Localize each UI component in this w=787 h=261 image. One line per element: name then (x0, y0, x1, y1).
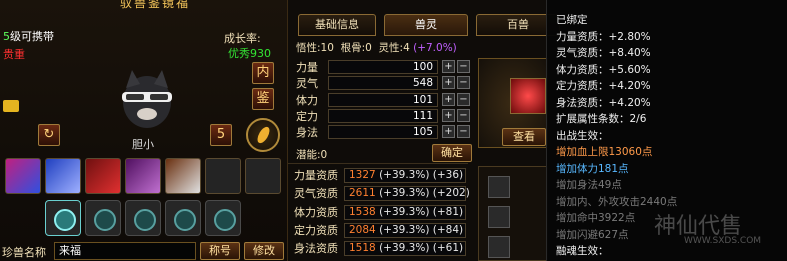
growth-label: 成长率: (224, 32, 261, 45)
aptitude-label: 灵气资质 (294, 187, 338, 200)
tab-basic-info[interactable]: 基础信息 (298, 14, 376, 36)
window-title: 驭兽鉴镜福 (119, 0, 190, 10)
attr-label: 力量 (296, 61, 318, 74)
attr-value: 100 (328, 60, 438, 74)
divider (288, 163, 468, 164)
inner-button[interactable]: 内 (252, 62, 274, 84)
potential-row: 潜能:0 (296, 149, 328, 161)
tooltip-line: 身法资质：+4.20% (556, 96, 651, 109)
watermark-url: WWW.SXDS.COM (684, 236, 762, 246)
soul-gem-slot[interactable] (125, 200, 161, 236)
attr-value: 111 (328, 109, 438, 123)
plus-button[interactable]: + (442, 76, 455, 89)
pet-stats-panel: 基础信息 兽灵 百兽 悟性:10 根骨:0 灵性:4 (+7.0%) 力量 10… (288, 0, 560, 261)
attr-label: 身法 (296, 126, 318, 139)
rotate-left-button[interactable]: ↻ (38, 124, 60, 146)
skill-slot-empty[interactable] (205, 158, 241, 194)
lingxing-bonus: (+7.0%) (413, 42, 457, 54)
watermark: 神仙代售 WWW.SXDS.COM (654, 206, 784, 256)
aptitude-value: 1327 (+39.3%) (+36) (344, 168, 466, 183)
aptitude-value: 2084 (+39.3%) (+84) (344, 223, 466, 238)
skill-slot[interactable] (165, 158, 201, 194)
beast-slot[interactable] (488, 236, 510, 258)
attr-value: 101 (328, 93, 438, 107)
rotate-right-button[interactable]: 5 (210, 124, 232, 146)
minus-button[interactable]: − (457, 125, 470, 138)
tooltip-line: 增加血上限13060点 (556, 146, 653, 158)
growth-value: 优秀930 (228, 47, 271, 60)
tooltip-line: 出战生效： (556, 129, 609, 142)
fire-orb-icon[interactable] (246, 118, 280, 152)
tooltip-line: 增加身法49点 (556, 179, 622, 191)
beast-book-icon[interactable] (510, 78, 546, 114)
title-button[interactable]: 称号 (200, 242, 240, 260)
attr-label: 定力 (296, 110, 318, 123)
attr-value: 548 (328, 76, 438, 90)
beast-slot[interactable] (488, 176, 510, 198)
plus-button[interactable]: + (442, 109, 455, 122)
beast-slot[interactable] (488, 206, 510, 228)
pet-name: 胆小 (132, 138, 154, 151)
aptitude-label: 力量资质 (294, 169, 338, 182)
soul-gem-slot[interactable] (45, 200, 81, 236)
attr-label: 体力 (296, 94, 318, 107)
tooltip-line: 已绑定 (556, 14, 588, 26)
aptitude-value: 1518 (+39.3%) (+61) (344, 241, 466, 256)
pet-name-input[interactable]: 来福 (54, 242, 196, 260)
modify-button[interactable]: 修改 (244, 242, 284, 260)
skill-slot[interactable] (85, 158, 121, 194)
soul-gem-slot[interactable] (85, 200, 121, 236)
confirm-button[interactable]: 确定 (432, 144, 472, 162)
appraise-button[interactable]: 鉴 (252, 88, 274, 110)
aptitude-label: 身法资质 (294, 242, 338, 255)
rarity-icon (3, 100, 19, 112)
minus-button[interactable]: − (457, 76, 470, 89)
skill-slot[interactable] (45, 158, 81, 194)
tab-beast-soul[interactable]: 兽灵 (384, 14, 468, 36)
view-button[interactable]: 查看 (502, 128, 546, 146)
plus-button[interactable]: + (442, 125, 455, 138)
attr-value: 105 (328, 125, 438, 139)
pet-rarity: 贵重 (3, 48, 25, 61)
tooltip-line: 力量资质：+2.80% (556, 30, 651, 43)
aptitude-value: 2611 (+39.3%) (+202) (344, 186, 470, 201)
pet-model (122, 70, 172, 128)
soul-gem-slot[interactable] (165, 200, 201, 236)
pet-portrait-panel: 驭兽鉴镜福 5级可携带 贵重 成长率: 优秀930 内 鉴 ↻ 5 胆小 珍兽名… (0, 0, 288, 261)
minus-button[interactable]: − (457, 60, 470, 73)
tooltip-line: 融魂生效： (556, 245, 609, 257)
tooltip-line: 灵气资质：+8.40% (556, 47, 651, 59)
pet-level: 5级可携带 (3, 30, 54, 43)
plus-button[interactable]: + (442, 60, 455, 73)
skill-slot-empty[interactable] (245, 158, 281, 194)
pet-name-label: 珍兽名称 (2, 246, 46, 259)
plus-button[interactable]: + (442, 93, 455, 106)
tooltip-line: 体力资质：+5.60% (556, 63, 651, 76)
aptitude-label: 定力资质 (294, 224, 338, 237)
attr-label: 灵气 (296, 77, 318, 90)
tooltip-line: 增加命中3922点 (556, 212, 636, 224)
tooltip-line: 定力资质：+4.20% (556, 80, 651, 92)
tooltip-line: 增加体力181点 (556, 162, 629, 175)
soul-gem-slot[interactable] (205, 200, 241, 236)
aptitude-label: 体力资质 (294, 206, 338, 219)
minus-button[interactable]: − (457, 109, 470, 122)
minus-button[interactable]: − (457, 93, 470, 106)
skill-slot[interactable] (125, 158, 161, 194)
aptitude-value: 1538 (+39.3%) (+81) (344, 205, 466, 220)
traits-row: 悟性:10 根骨:0 灵性:4 (+7.0%) (296, 42, 457, 54)
skill-slot[interactable] (5, 158, 41, 194)
tooltip-line: 扩展属性条数：2/6 (556, 113, 647, 125)
tooltip-line: 增加闪避627点 (556, 228, 629, 241)
